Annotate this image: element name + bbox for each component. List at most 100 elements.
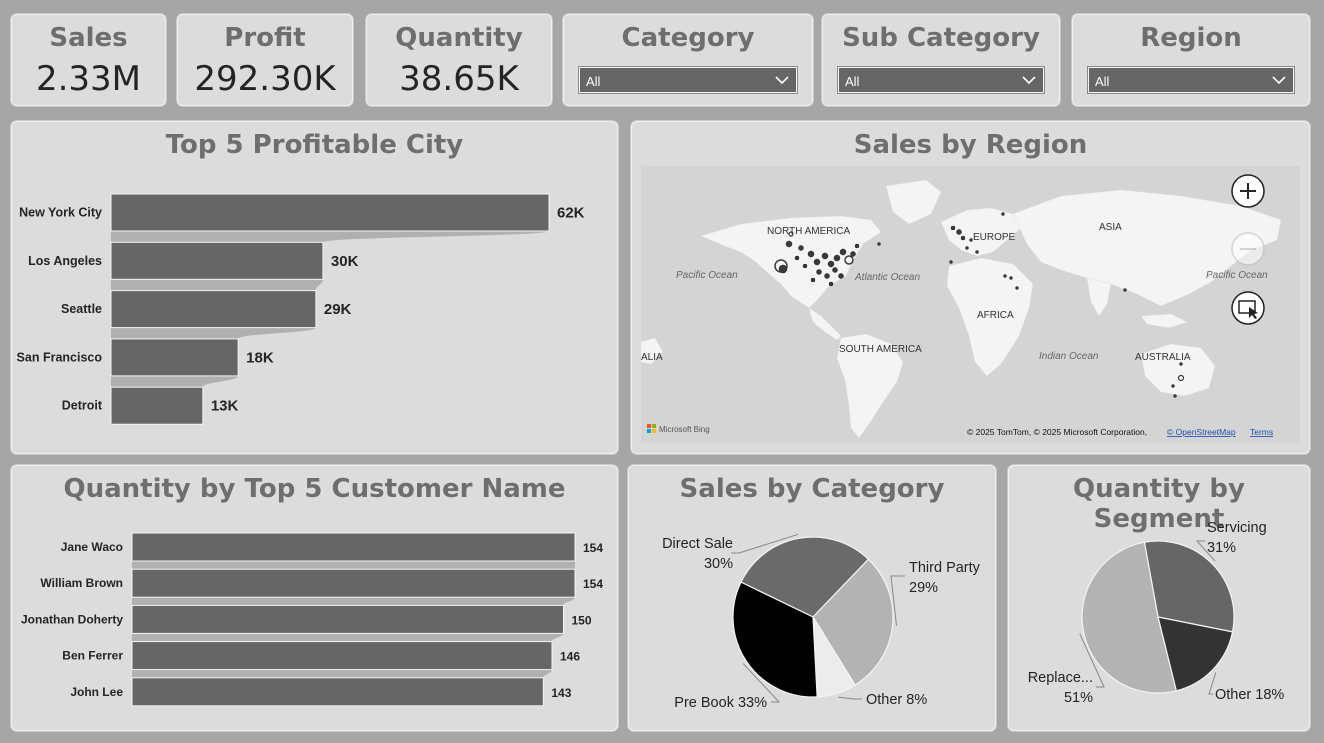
bar-connector bbox=[111, 231, 549, 243]
chevron-down-icon bbox=[1272, 76, 1286, 85]
map-label: ALIA bbox=[641, 352, 663, 363]
world-map: NORTH AMERICA EUROPE ASIA AFRICA SOUTH A… bbox=[641, 179, 1282, 439]
category-label: Ben Ferrer bbox=[62, 649, 123, 663]
slicer-label: Category bbox=[621, 23, 755, 53]
terms-link[interactable]: Terms bbox=[1250, 427, 1273, 437]
data-label: 146 bbox=[560, 650, 580, 664]
category-label: Detroit bbox=[62, 399, 103, 413]
leader-line bbox=[838, 696, 862, 700]
kpi-card-sales: Sales 2.33M bbox=[11, 14, 166, 106]
bar-connector bbox=[111, 375, 239, 388]
category-label: William Brown bbox=[40, 576, 123, 590]
chevron-down-icon bbox=[1022, 76, 1036, 85]
sub-category-dropdown[interactable]: All bbox=[837, 66, 1045, 94]
data-label: 143 bbox=[551, 686, 571, 700]
customer-bar-chart: Jane Waco 154 William Brown 154 Jonathan Doh… bbox=[21, 532, 603, 707]
map-label: Indian Ocean bbox=[1039, 351, 1099, 362]
customer-chart-card: Quantity by Top 5 Customer Name Jane Wac… bbox=[11, 465, 618, 731]
segment-pie-chart: Servicing 31% Other 18% Replace... 51% bbox=[1028, 520, 1285, 706]
top-city-chart-card: Top 5 Profitable City New York City 62K Lo… bbox=[11, 121, 618, 454]
map-label: SOUTH AMERICA bbox=[839, 344, 922, 355]
bar[interactable] bbox=[110, 241, 324, 280]
kpi-label: Sales bbox=[49, 23, 128, 53]
slice-label: Direct Sale bbox=[662, 536, 733, 552]
slice-label: Other 18% bbox=[1215, 687, 1284, 703]
bar[interactable] bbox=[110, 193, 550, 232]
slice-label: 30% bbox=[704, 556, 733, 572]
data-label: 13K bbox=[211, 398, 239, 415]
dropdown-value: All bbox=[586, 74, 601, 89]
slicer-sub-category: Sub Category All bbox=[822, 14, 1060, 106]
sales-by-region-map-card: Sales by Region NORTH AMERICA EUROPE ASI… bbox=[631, 121, 1310, 454]
dropdown-value: All bbox=[845, 74, 860, 89]
category-pie-card: Sales by Category Direct Sale 30% Third Pa… bbox=[628, 465, 996, 731]
slice-label: Third Party bbox=[909, 560, 981, 576]
data-label: 30K bbox=[331, 253, 359, 270]
bar-connector bbox=[132, 597, 575, 606]
bar[interactable] bbox=[131, 604, 564, 634]
map-label: ASIA bbox=[1099, 222, 1122, 233]
category-label: San Francisco bbox=[17, 350, 103, 364]
top-city-bar-chart: New York City 62K Los Angeles 30K Seattle 29K… bbox=[17, 193, 585, 425]
openstreetmap-link[interactable]: © OpenStreetMap bbox=[1167, 427, 1236, 437]
zoom-out-button[interactable] bbox=[1230, 231, 1266, 267]
bar[interactable] bbox=[131, 568, 576, 598]
map-label: Pacific Ocean bbox=[1206, 270, 1268, 281]
map-label: AFRICA bbox=[977, 310, 1014, 321]
select-area-button[interactable] bbox=[1230, 290, 1266, 326]
kpi-card-profit: Profit 292.30K bbox=[177, 14, 353, 106]
region-dropdown[interactable]: All bbox=[1087, 66, 1295, 94]
slicer-label: Sub Category bbox=[842, 23, 1040, 53]
kpi-label: Profit bbox=[224, 23, 306, 53]
slice-label: 31% bbox=[1207, 540, 1236, 556]
category-label: New York City bbox=[19, 206, 102, 220]
bar[interactable] bbox=[131, 532, 576, 562]
map-label: Pacific Ocean bbox=[676, 270, 738, 281]
bar-connector bbox=[132, 561, 575, 570]
map-label: EUROPE bbox=[973, 232, 1016, 243]
map-label: Atlantic Ocean bbox=[854, 272, 920, 283]
bar-connector bbox=[111, 327, 316, 339]
bar-connector bbox=[132, 633, 564, 642]
map-label: AUSTRALIA bbox=[1135, 352, 1191, 363]
data-label: 154 bbox=[583, 541, 603, 555]
slice-label: 29% bbox=[909, 580, 938, 596]
kpi-label: Quantity bbox=[395, 23, 523, 53]
data-label: 150 bbox=[571, 613, 591, 627]
bar[interactable] bbox=[110, 290, 317, 329]
category-label: Los Angeles bbox=[28, 254, 102, 268]
map-label: NORTH AMERICA bbox=[767, 226, 850, 237]
slicer-label: Region bbox=[1140, 23, 1242, 53]
slice-label: Replace... bbox=[1028, 670, 1093, 686]
map-attribution: © 2025 TomTom, © 2025 Microsoft Corporat… bbox=[967, 427, 1147, 437]
dropdown-value: All bbox=[1095, 74, 1110, 89]
slice-label: 51% bbox=[1064, 690, 1093, 706]
bar-connector bbox=[132, 669, 552, 678]
category-label: John Lee bbox=[70, 685, 123, 699]
data-label: 29K bbox=[324, 301, 352, 318]
bar[interactable] bbox=[110, 338, 239, 377]
bar[interactable] bbox=[110, 386, 204, 425]
slice-label: Pre Book 33% bbox=[674, 695, 767, 711]
category-pie-chart: Direct Sale 30% Third Party 29% Other 8% Pre … bbox=[662, 533, 981, 711]
category-dropdown[interactable]: All bbox=[578, 66, 798, 94]
category-label: Jane Waco bbox=[61, 540, 123, 554]
slicer-category: Category All bbox=[563, 14, 813, 106]
slice-label: Other 8% bbox=[866, 692, 927, 708]
category-label: Jonathan Doherty bbox=[21, 612, 123, 626]
bar-connector bbox=[111, 279, 323, 291]
slice-label: Servicing bbox=[1207, 520, 1267, 536]
zoom-in-button[interactable] bbox=[1230, 173, 1266, 209]
bar[interactable] bbox=[131, 677, 544, 707]
chevron-down-icon bbox=[775, 76, 789, 85]
kpi-value: 292.30K bbox=[194, 59, 336, 99]
category-label: Seattle bbox=[61, 302, 102, 316]
bing-logo-text: Microsoft Bing bbox=[659, 425, 710, 434]
segment-pie-card: Quantity by Segment Servicing 31% Other 18… bbox=[1008, 465, 1310, 731]
data-label: 18K bbox=[246, 349, 274, 366]
slicer-region: Region All bbox=[1072, 14, 1310, 106]
map-canvas[interactable]: NORTH AMERICA EUROPE ASIA AFRICA SOUTH A… bbox=[641, 166, 1300, 443]
bar[interactable] bbox=[131, 641, 553, 671]
data-label: 62K bbox=[557, 205, 585, 222]
kpi-value: 2.33M bbox=[35, 59, 142, 99]
